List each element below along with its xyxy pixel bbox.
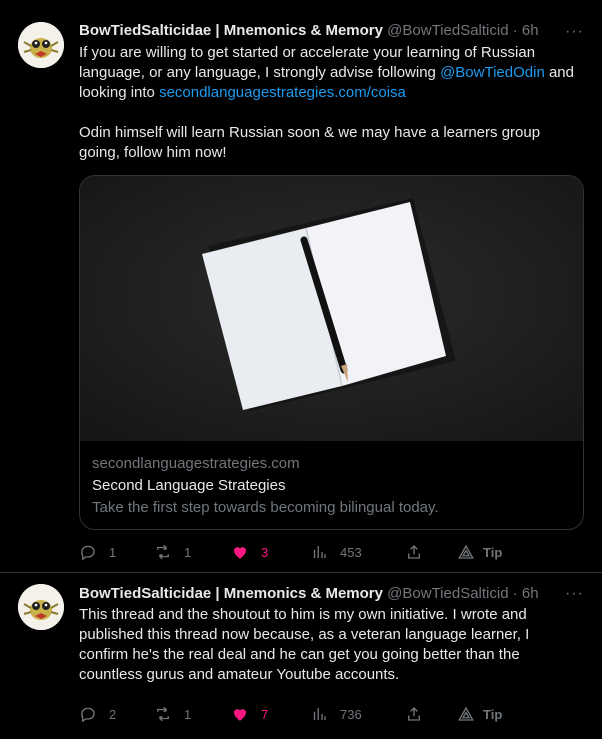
retweet-button[interactable]: 1: [154, 540, 191, 564]
retweet-button[interactable]: 1: [154, 702, 191, 726]
tip-label: Tip: [483, 544, 503, 560]
tip-label: Tip: [483, 706, 503, 722]
tweet-text: This thread and the shoutout to him is m…: [79, 605, 584, 685]
action-bar: 2 1 7 736 Tip: [79, 702, 584, 726]
text-segment: and: [544, 64, 574, 81]
more-options-icon[interactable]: ···: [565, 22, 584, 42]
separator: ·: [512, 585, 518, 602]
author-handle[interactable]: @BowTiedSalticid: [387, 585, 508, 602]
like-button[interactable]: 7: [231, 702, 268, 726]
retweet-icon: [157, 706, 169, 722]
mention-link[interactable]: @BowTiedOdin: [440, 64, 545, 81]
heart-icon: [234, 547, 246, 559]
tweet-text-line: looking into secondlanguagestrategies.co…: [79, 83, 584, 103]
more-options-icon[interactable]: ···: [565, 584, 584, 604]
avatar[interactable]: [18, 22, 64, 68]
heart-icon: [234, 709, 246, 721]
reply-icon: [81, 545, 95, 561]
timestamp[interactable]: 6h: [522, 22, 539, 39]
tweet-text-line: This thread and the shoutout to him is m…: [79, 606, 527, 623]
like-count: 7: [261, 706, 269, 722]
tweet-text-line: Odin himself will learn Russian soon & w…: [79, 124, 541, 141]
reply-button[interactable]: 2: [79, 702, 116, 726]
share-button[interactable]: [405, 702, 423, 726]
share-icon: [408, 545, 420, 559]
text-segment: language, or any language, I strongly ad…: [79, 64, 441, 81]
retweet-count: 1: [184, 544, 192, 560]
tweet-text-line: published this thread now because, as a …: [79, 626, 530, 643]
views-count: 453: [340, 544, 362, 560]
card-title: Second Language Strategies: [92, 477, 286, 494]
tweet-text-line: countless gurus and amateur Youtube acco…: [79, 666, 400, 683]
action-bar: 1 1 3 453 Tip: [79, 540, 584, 564]
separator: ·: [512, 22, 518, 39]
tweet-header: BowTiedSalticidae | Mnemonics & Memory @…: [79, 584, 539, 604]
author-name[interactable]: BowTiedSalticidae | Mnemonics & Memory: [79, 22, 383, 39]
tweet-text: If you are willing to get started or acc…: [79, 43, 584, 163]
views-count: 736: [340, 706, 362, 722]
share-button[interactable]: [405, 540, 423, 564]
tweet-text-line: If you are willing to get started or acc…: [79, 44, 536, 61]
reply-icon: [81, 707, 95, 723]
text-segment: looking into: [79, 84, 160, 101]
retweet-count: 1: [184, 706, 192, 722]
views-icon: [313, 708, 326, 720]
spider-avatar-icon: [18, 22, 64, 68]
share-icon: [408, 707, 420, 721]
like-count: 3: [261, 544, 269, 560]
tweet-text-line: language, or any language, I strongly ad…: [79, 63, 584, 83]
tweet-text-line: going, follow him now!: [79, 144, 227, 161]
tip-icon: [458, 706, 474, 721]
tip-button[interactable]: Tip: [457, 540, 502, 564]
tweet-2[interactable]: BowTiedSalticidae | Mnemonics & Memory @…: [0, 573, 602, 739]
reply-count: 1: [109, 544, 117, 560]
tip-button[interactable]: Tip: [457, 702, 502, 726]
tweet-1[interactable]: BowTiedSalticidae | Mnemonics & Memory @…: [0, 0, 602, 573]
notebook-pencil-image: [80, 176, 583, 441]
like-button[interactable]: 3: [231, 540, 268, 564]
spider-avatar-icon: [18, 584, 64, 630]
author-name[interactable]: BowTiedSalticidae | Mnemonics & Memory: [79, 585, 383, 602]
card-domain: secondlanguagestrategies.com: [92, 455, 300, 472]
tip-icon: [458, 544, 474, 559]
author-handle[interactable]: @BowTiedSalticid: [387, 22, 508, 39]
retweet-icon: [157, 544, 169, 560]
tweet-text-line: confirm he's the real deal and he can ge…: [79, 646, 520, 663]
views-button[interactable]: 736: [310, 702, 362, 726]
timestamp[interactable]: 6h: [522, 585, 539, 602]
reply-count: 2: [109, 706, 117, 722]
views-icon: [313, 546, 326, 558]
card-text: secondlanguagestrategies.com Second Lang…: [92, 453, 571, 519]
link-card[interactable]: secondlanguagestrategies.com Second Lang…: [79, 175, 584, 530]
reply-button[interactable]: 1: [79, 540, 116, 564]
card-image: [80, 176, 583, 441]
views-button[interactable]: 453: [310, 540, 362, 564]
tweet-header: BowTiedSalticidae | Mnemonics & Memory @…: [79, 21, 539, 41]
avatar[interactable]: [18, 584, 64, 630]
url-link[interactable]: secondlanguagestrategies.com/coisa: [159, 84, 406, 101]
card-description: Take the first step towards becoming bil…: [92, 499, 439, 516]
